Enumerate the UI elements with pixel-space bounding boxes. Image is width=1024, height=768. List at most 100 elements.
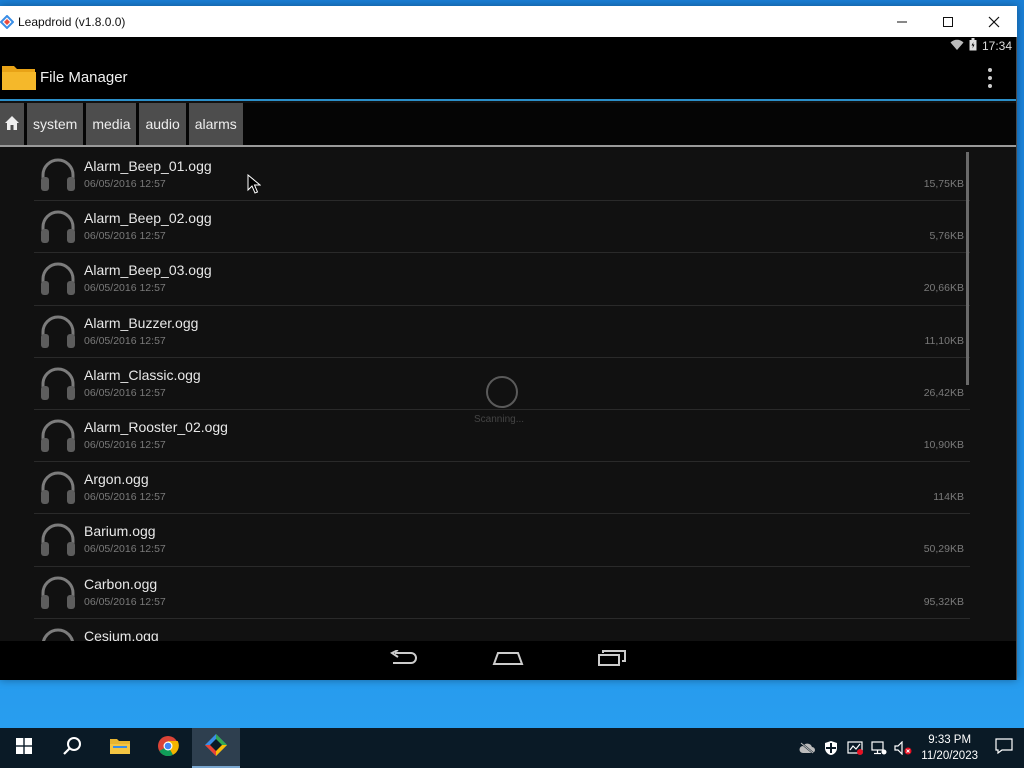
crumb-system[interactable]: system: [27, 103, 84, 145]
back-button[interactable]: [382, 646, 426, 676]
list-item[interactable]: Argon.ogg 06/05/2016 12:57 114KB: [34, 462, 970, 515]
window-title: Leapdroid (v1.8.0.0): [18, 14, 126, 29]
file-date: 06/05/2016 12:57: [84, 230, 166, 243]
search-button[interactable]: [48, 728, 96, 768]
list-item[interactable]: Cesium.ogg: [34, 619, 970, 641]
headphones-icon: [39, 626, 77, 641]
leapdroid-icon: [0, 14, 14, 29]
headphones-icon: [39, 365, 77, 403]
android-screen: 17:34 File Manager system media audio al…: [0, 37, 1016, 680]
recents-icon: [598, 650, 626, 671]
list-item[interactable]: Alarm_Beep_01.ogg 06/05/2016 12:57 15,75…: [34, 149, 970, 202]
status-time: 17:34: [981, 39, 1012, 53]
chrome-button[interactable]: [144, 728, 192, 768]
list-item[interactable]: Carbon.ogg 06/05/2016 12:57 95,32KB: [34, 567, 970, 619]
file-date: 06/05/2016 12:57: [84, 334, 166, 347]
recents-button[interactable]: [590, 646, 634, 676]
file-explorer-icon: [109, 737, 131, 760]
headphones-icon: [39, 417, 77, 455]
taskbar-clock[interactable]: 9:33 PM 11/20/2023: [915, 732, 984, 764]
windows-logo-icon: [16, 737, 32, 759]
file-name: Alarm_Classic.ogg: [84, 366, 201, 383]
mouse-cursor: [247, 173, 262, 194]
file-size: 114KB: [933, 491, 964, 504]
headphones-icon: [39, 208, 77, 246]
list-item[interactable]: Barium.ogg 06/05/2016 12:57 50,29KB: [34, 514, 970, 567]
list-item[interactable]: Alarm_Beep_02.ogg 06/05/2016 12:57 5,76K…: [34, 201, 970, 254]
file-name: Alarm_Beep_02.ogg: [84, 210, 212, 227]
headphones-icon: [39, 469, 77, 507]
headphones-icon: [39, 156, 77, 194]
file-date: 06/05/2016 12:57: [84, 282, 166, 295]
file-name: Alarm_Beep_01.ogg: [84, 158, 212, 174]
list-item[interactable]: Alarm_Buzzer.ogg 06/05/2016 12:57 11,10K…: [34, 306, 970, 358]
notifications-button[interactable]: [984, 728, 1024, 768]
headphones-icon: [39, 260, 77, 298]
home-nav-icon: [492, 650, 524, 671]
leapdroid-taskbar-icon: [204, 733, 228, 762]
search-icon: [62, 736, 82, 761]
maximize-button[interactable]: [925, 6, 971, 37]
file-size: 5,76KB: [929, 230, 964, 243]
chrome-icon: [157, 735, 179, 762]
file-size: 95,32KB: [923, 595, 964, 608]
file-date: 06/05/2016 12:57: [84, 386, 166, 399]
file-explorer-button[interactable]: [96, 728, 144, 768]
android-nav-bar: [0, 641, 1016, 680]
clock-time: 9:33 PM: [928, 734, 972, 746]
scanning-label: Scanning...: [474, 414, 525, 425]
home-crumb[interactable]: [0, 103, 24, 145]
file-name: Carbon.ogg: [84, 575, 158, 592]
headphones-icon: [39, 313, 77, 351]
task-manager-icon[interactable]: [843, 728, 867, 768]
file-name: Cesium.ogg: [84, 627, 159, 641]
crumb-media[interactable]: media: [86, 103, 137, 145]
file-date: 06/05/2016 12:57: [84, 178, 166, 190]
file-name: Alarm_Beep_03.ogg: [84, 262, 212, 279]
back-icon: [389, 649, 419, 671]
app-title: File Manager: [40, 68, 128, 86]
file-date: 06/05/2016 12:57: [84, 438, 166, 451]
close-button[interactable]: [971, 6, 1017, 37]
file-date: 06/05/2016 12:57: [84, 491, 166, 504]
minimize-button[interactable]: [879, 6, 925, 37]
file-size: 11,10KB: [924, 334, 964, 347]
list-item[interactable]: Alarm_Beep_03.ogg 06/05/2016 12:57 20,66…: [34, 253, 970, 306]
file-size: 15,75KB: [923, 178, 964, 190]
leapdroid-taskbar-button[interactable]: [192, 728, 240, 768]
wifi-icon: [950, 39, 964, 54]
file-size: 50,29KB: [923, 543, 964, 556]
cloud-offline-icon[interactable]: [795, 728, 819, 768]
battery-icon: [969, 38, 977, 54]
headphones-icon: [39, 521, 77, 559]
file-name: Alarm_Buzzer.ogg: [84, 314, 199, 331]
start-button[interactable]: [0, 728, 48, 768]
loading-spinner: [486, 376, 518, 408]
file-date: 06/05/2016 12:57: [84, 595, 166, 608]
overflow-menu-icon[interactable]: [984, 68, 996, 88]
android-status-bar: 17:34: [0, 37, 1016, 55]
volume-muted-icon[interactable]: [891, 728, 915, 768]
breadcrumb: system media audio alarms: [0, 103, 1016, 147]
windows-taskbar: 9:33 PM 11/20/2023: [0, 728, 1024, 768]
system-tray: 9:33 PM 11/20/2023: [795, 728, 1024, 768]
file-size: 20,66KB: [923, 282, 964, 295]
action-bar: File Manager: [0, 55, 1016, 101]
home-button[interactable]: [486, 646, 530, 676]
file-name: Alarm_Rooster_02.ogg: [84, 418, 228, 435]
security-icon[interactable]: [819, 728, 843, 768]
network-icon[interactable]: [867, 728, 891, 768]
file-size: 10,90KB: [923, 438, 964, 451]
crumb-alarms[interactable]: alarms: [188, 103, 243, 145]
clock-date: 11/20/2023: [921, 750, 978, 762]
window-titlebar[interactable]: Leapdroid (v1.8.0.0): [0, 6, 1017, 37]
crumb-audio[interactable]: audio: [139, 103, 186, 145]
file-date: 06/05/2016 12:57: [84, 543, 166, 556]
leapdroid-window: Leapdroid (v1.8.0.0) 17:34 File Manager …: [0, 6, 1017, 680]
headphones-icon: [39, 574, 77, 612]
file-size: 26,42KB: [923, 386, 964, 399]
notification-icon: [995, 737, 1013, 759]
file-name: Barium.ogg: [84, 523, 156, 540]
folder-icon: [1, 62, 37, 92]
list-scrollbar[interactable]: [966, 152, 969, 385]
